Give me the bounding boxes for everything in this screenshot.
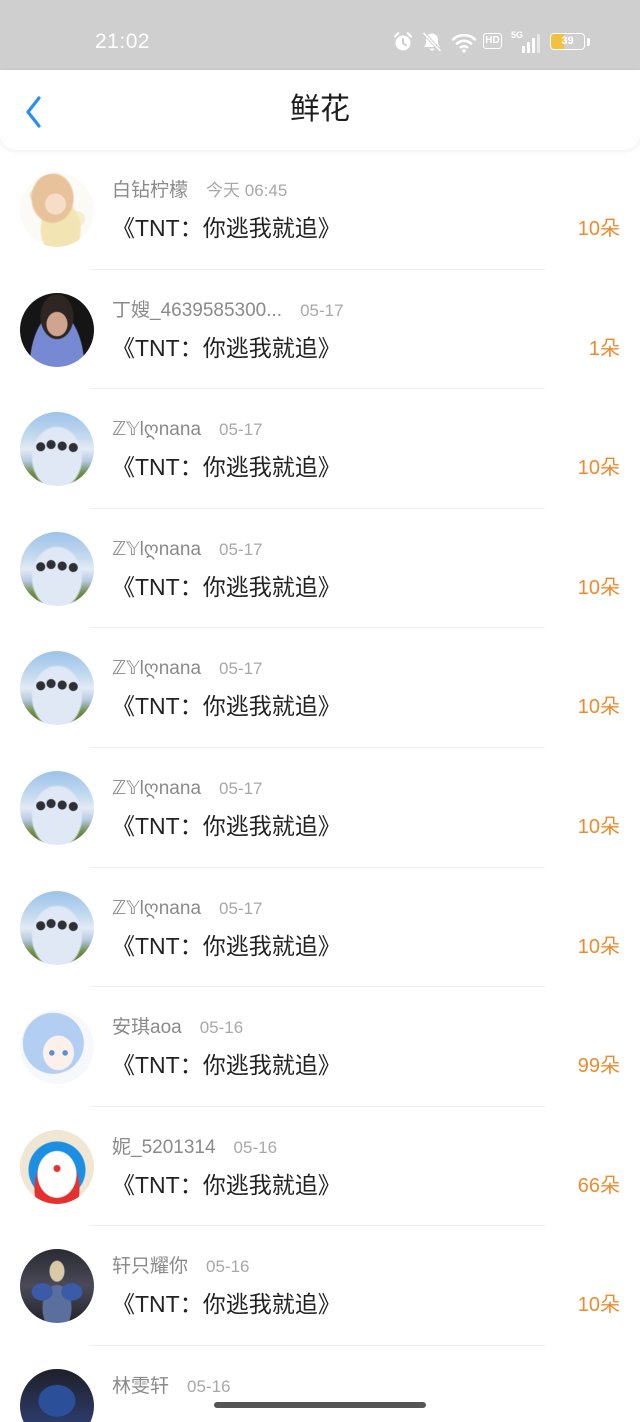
avatar[interactable]	[20, 1010, 94, 1085]
work-title[interactable]: 《TNT：你逃我就追》	[112, 214, 341, 242]
avatar[interactable]	[20, 412, 94, 487]
record-time: 05-17	[300, 300, 344, 320]
record-meta: 白钻柠檬 今天 06:45	[112, 179, 287, 203]
record-time: 05-17	[219, 898, 263, 918]
record-time: 05-17	[219, 539, 263, 559]
avatar[interactable]	[20, 651, 94, 726]
chevron-left-icon	[26, 96, 41, 128]
flower-count: 1朵	[588, 337, 620, 360]
flower-count: 99朵	[577, 1055, 620, 1078]
record-meta: 林雯轩 05-16	[112, 1375, 231, 1399]
user-name: ℤ𝕐lღnana	[112, 419, 202, 441]
bell-off-icon	[422, 31, 442, 53]
flower-count: 10朵	[577, 457, 620, 480]
user-name: 丁嫂_4639585300...	[112, 299, 283, 321]
record-meta: ℤ𝕐lღnana 05-17	[112, 897, 263, 921]
flower-count: 10朵	[577, 1294, 620, 1317]
flower-record-row[interactable]: 安琪aoa 05-16 《TNT：你逃我就追》 99朵	[0, 987, 640, 1107]
signal-icon: 5G	[511, 30, 541, 54]
record-time: 05-16	[206, 1257, 250, 1277]
navigation-header: 鲜花	[0, 70, 640, 150]
back-button[interactable]	[16, 92, 52, 132]
record-time: 05-17	[219, 659, 263, 679]
battery-icon: 39	[550, 33, 590, 51]
work-title[interactable]: 《TNT：你逃我就追》	[112, 932, 341, 960]
home-indicator[interactable]	[214, 1402, 426, 1408]
record-meta: ℤ𝕐lღnana 05-17	[112, 657, 263, 681]
flower-record-row[interactable]: 妮_5201314 05-16 《TNT：你逃我就追》 66朵	[0, 1107, 640, 1227]
work-title[interactable]: 《TNT：你逃我就追》	[112, 573, 341, 601]
user-name: ℤ𝕐lღnana	[112, 777, 202, 799]
flower-count: 10朵	[577, 576, 620, 599]
flower-record-row[interactable]: ℤ𝕐lღnana 05-17 《TNT：你逃我就追》 10朵	[0, 628, 640, 748]
flower-record-row[interactable]: ℤ𝕐lღnana 05-17 《TNT：你逃我就追》 10朵	[0, 868, 640, 988]
flower-count: 10朵	[577, 696, 620, 719]
avatar[interactable]	[20, 890, 94, 965]
flowers-page: 21:02 HD 5G 39 鲜花 白钻柠檬 今天 06:45 《TNT：你逃我…	[0, 0, 640, 1422]
avatar[interactable]	[20, 1368, 94, 1422]
user-name: 林雯轩	[112, 1375, 170, 1397]
user-name: ℤ𝕐lღnana	[112, 658, 202, 680]
page-title: 鲜花	[290, 93, 350, 126]
signal-bars-icon	[522, 34, 540, 53]
user-name: ℤ𝕐lღnana	[112, 538, 202, 560]
flower-record-row[interactable]: ℤ𝕐lღnana 05-17 《TNT：你逃我就追》 10朵	[0, 748, 640, 868]
status-time: 21:02	[95, 30, 151, 53]
flower-record-row[interactable]: 林雯轩 05-16	[0, 1346, 640, 1422]
work-title[interactable]: 《TNT：你逃我就追》	[112, 453, 341, 481]
status-bar: 21:02 HD 5G 39	[0, 0, 640, 70]
work-title[interactable]: 《TNT：你逃我就追》	[112, 1290, 341, 1318]
record-meta: ℤ𝕐lღnana 05-17	[112, 418, 263, 442]
user-name: 妮_5201314	[112, 1136, 216, 1158]
avatar[interactable]	[20, 292, 94, 367]
wifi-icon	[451, 33, 477, 53]
alarm-icon	[393, 32, 413, 51]
flower-count: 10朵	[577, 218, 620, 240]
avatar[interactable]	[20, 531, 94, 606]
battery-body: 39	[550, 33, 585, 50]
record-time: 05-17	[219, 778, 263, 798]
avatar[interactable]	[20, 173, 94, 247]
record-meta: 轩只耀你 05-16	[112, 1255, 250, 1279]
flower-count: 10朵	[577, 935, 620, 958]
battery-level: 39	[561, 35, 574, 47]
flower-record-row[interactable]: 白钻柠檬 今天 06:45 《TNT：你逃我就追》 10朵	[0, 150, 640, 270]
hd-badge: HD	[483, 33, 502, 49]
record-meta: 丁嫂_4639585300... 05-17	[112, 299, 344, 323]
record-time: 今天 06:45	[206, 181, 288, 200]
record-time: 05-16	[199, 1018, 244, 1038]
flower-record-row[interactable]: 轩只耀你 05-16 《TNT：你逃我就追》 10朵	[0, 1226, 640, 1346]
record-time: 05-17	[219, 420, 263, 440]
flower-record-row[interactable]: ℤ𝕐lღnana 05-17 《TNT：你逃我就追》 10朵	[0, 389, 640, 509]
record-meta: 妮_5201314 05-16	[112, 1136, 277, 1160]
work-title[interactable]: 《TNT：你逃我就追》	[112, 812, 341, 840]
record-time: 05-16	[233, 1137, 278, 1157]
record-meta: ℤ𝕐lღnana 05-17	[112, 777, 263, 801]
avatar[interactable]	[20, 1129, 94, 1204]
record-meta: 安琪aoa 05-16	[112, 1016, 243, 1040]
work-title[interactable]: 《TNT：你逃我就追》	[112, 1171, 341, 1199]
work-title[interactable]: 《TNT：你逃我就追》	[112, 1051, 341, 1079]
user-name: ℤ𝕐lღnana	[112, 897, 202, 919]
record-meta: ℤ𝕐lღnana 05-17	[112, 538, 263, 562]
flower-record-row[interactable]: ℤ𝕐lღnana 05-17 《TNT：你逃我就追》 10朵	[0, 509, 640, 629]
user-name: 轩只耀你	[112, 1256, 189, 1278]
flower-count: 66朵	[577, 1174, 620, 1197]
avatar[interactable]	[20, 770, 94, 845]
flower-record-list[interactable]: 白钻柠檬 今天 06:45 《TNT：你逃我就追》 10朵 丁嫂_4639585…	[0, 150, 640, 1422]
flower-count: 10朵	[577, 815, 620, 838]
user-name: 白钻柠檬	[112, 180, 189, 201]
work-title[interactable]: 《TNT：你逃我就追》	[112, 334, 341, 362]
user-name: 安琪aoa	[112, 1017, 182, 1039]
battery-nub	[587, 38, 590, 46]
avatar[interactable]	[20, 1249, 94, 1324]
flower-record-row[interactable]: 丁嫂_4639585300... 05-17 《TNT：你逃我就追》 1朵	[0, 270, 640, 390]
record-time: 05-16	[187, 1376, 231, 1396]
work-title[interactable]: 《TNT：你逃我就追》	[112, 692, 341, 720]
